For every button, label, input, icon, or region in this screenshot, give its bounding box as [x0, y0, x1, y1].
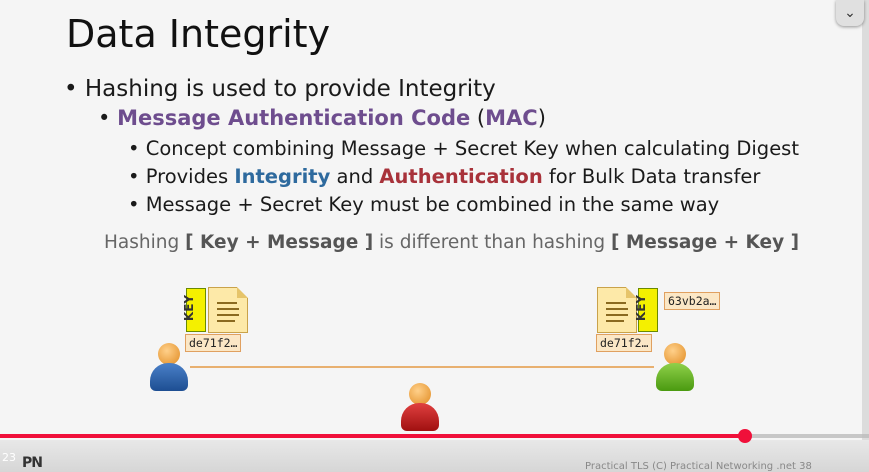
mac-label: Message Authentication Code — [117, 106, 471, 130]
receiver-person-icon — [654, 343, 696, 391]
sender-person-icon — [148, 343, 190, 391]
left-key-icon: KEY — [182, 288, 206, 332]
attacker-person-icon — [399, 383, 441, 431]
note-mid: is different than hashing — [373, 232, 611, 253]
authentication-word: Authentication — [379, 165, 543, 188]
time-label: 23 — [2, 451, 16, 464]
provides-mid: and — [330, 165, 380, 188]
sub-bullet-combined: • Message + Secret Key must be combined … — [128, 193, 720, 216]
right-key-label: KEY — [634, 294, 649, 322]
slide-title: Data Integrity — [66, 12, 331, 56]
sub-bullet-concept: • Concept combining Message + Secret Key… — [128, 137, 799, 160]
scrubber-handle[interactable] — [737, 429, 752, 443]
right-message-doc-icon — [597, 287, 637, 333]
provides-post: for Bulk Data transfer — [542, 165, 761, 188]
provides-pre: Provides — [145, 165, 235, 188]
menu-dropdown-button[interactable]: ⌄ — [836, 0, 864, 26]
left-message-doc-icon — [208, 287, 248, 333]
footer-text: Practical TLS (C) Practical Networking .… — [585, 461, 812, 472]
mac-close: ) — [537, 106, 546, 130]
right-edge-strip — [862, 0, 869, 440]
logo: PN — [22, 455, 43, 471]
progress-fill — [0, 434, 745, 438]
sub-bullet-concept-text: Concept combining Message + Secret Key w… — [145, 137, 799, 160]
mac-abbr: MAC — [485, 106, 538, 130]
note-key-message: [ Key + Message ] — [185, 232, 374, 253]
left-key-label: KEY — [182, 294, 197, 322]
sub-bullet-combined-text: Message + Secret Key must be combined in… — [145, 193, 720, 216]
bullet-hashing-text: Hashing is used to provide Integrity — [84, 76, 496, 102]
left-digest-tag: de71f2… — [185, 334, 242, 352]
transfer-line — [190, 366, 654, 368]
bullet-mac: • Message Authentication Code (MAC) — [98, 106, 546, 130]
bullet-hashing: • Hashing is used to provide Integrity — [64, 76, 496, 102]
sub-bullet-provides: • Provides Integrity and Authentication … — [128, 165, 761, 188]
slide-canvas: Data Integrity • Hashing is used to prov… — [0, 0, 869, 472]
hashing-note: Hashing [ Key + Message ] is different t… — [104, 232, 799, 253]
note-message-key: [ Message + Key ] — [610, 232, 800, 253]
right-extra-digest-tag: 63vb2a… — [664, 292, 721, 310]
chevron-down-icon: ⌄ — [844, 5, 856, 21]
right-key-icon: KEY — [634, 288, 658, 332]
note-pre: Hashing — [104, 232, 186, 253]
integrity-word: Integrity — [234, 165, 331, 188]
right-digest-tag: de71f2… — [596, 334, 653, 352]
mac-open: ( — [470, 106, 486, 130]
